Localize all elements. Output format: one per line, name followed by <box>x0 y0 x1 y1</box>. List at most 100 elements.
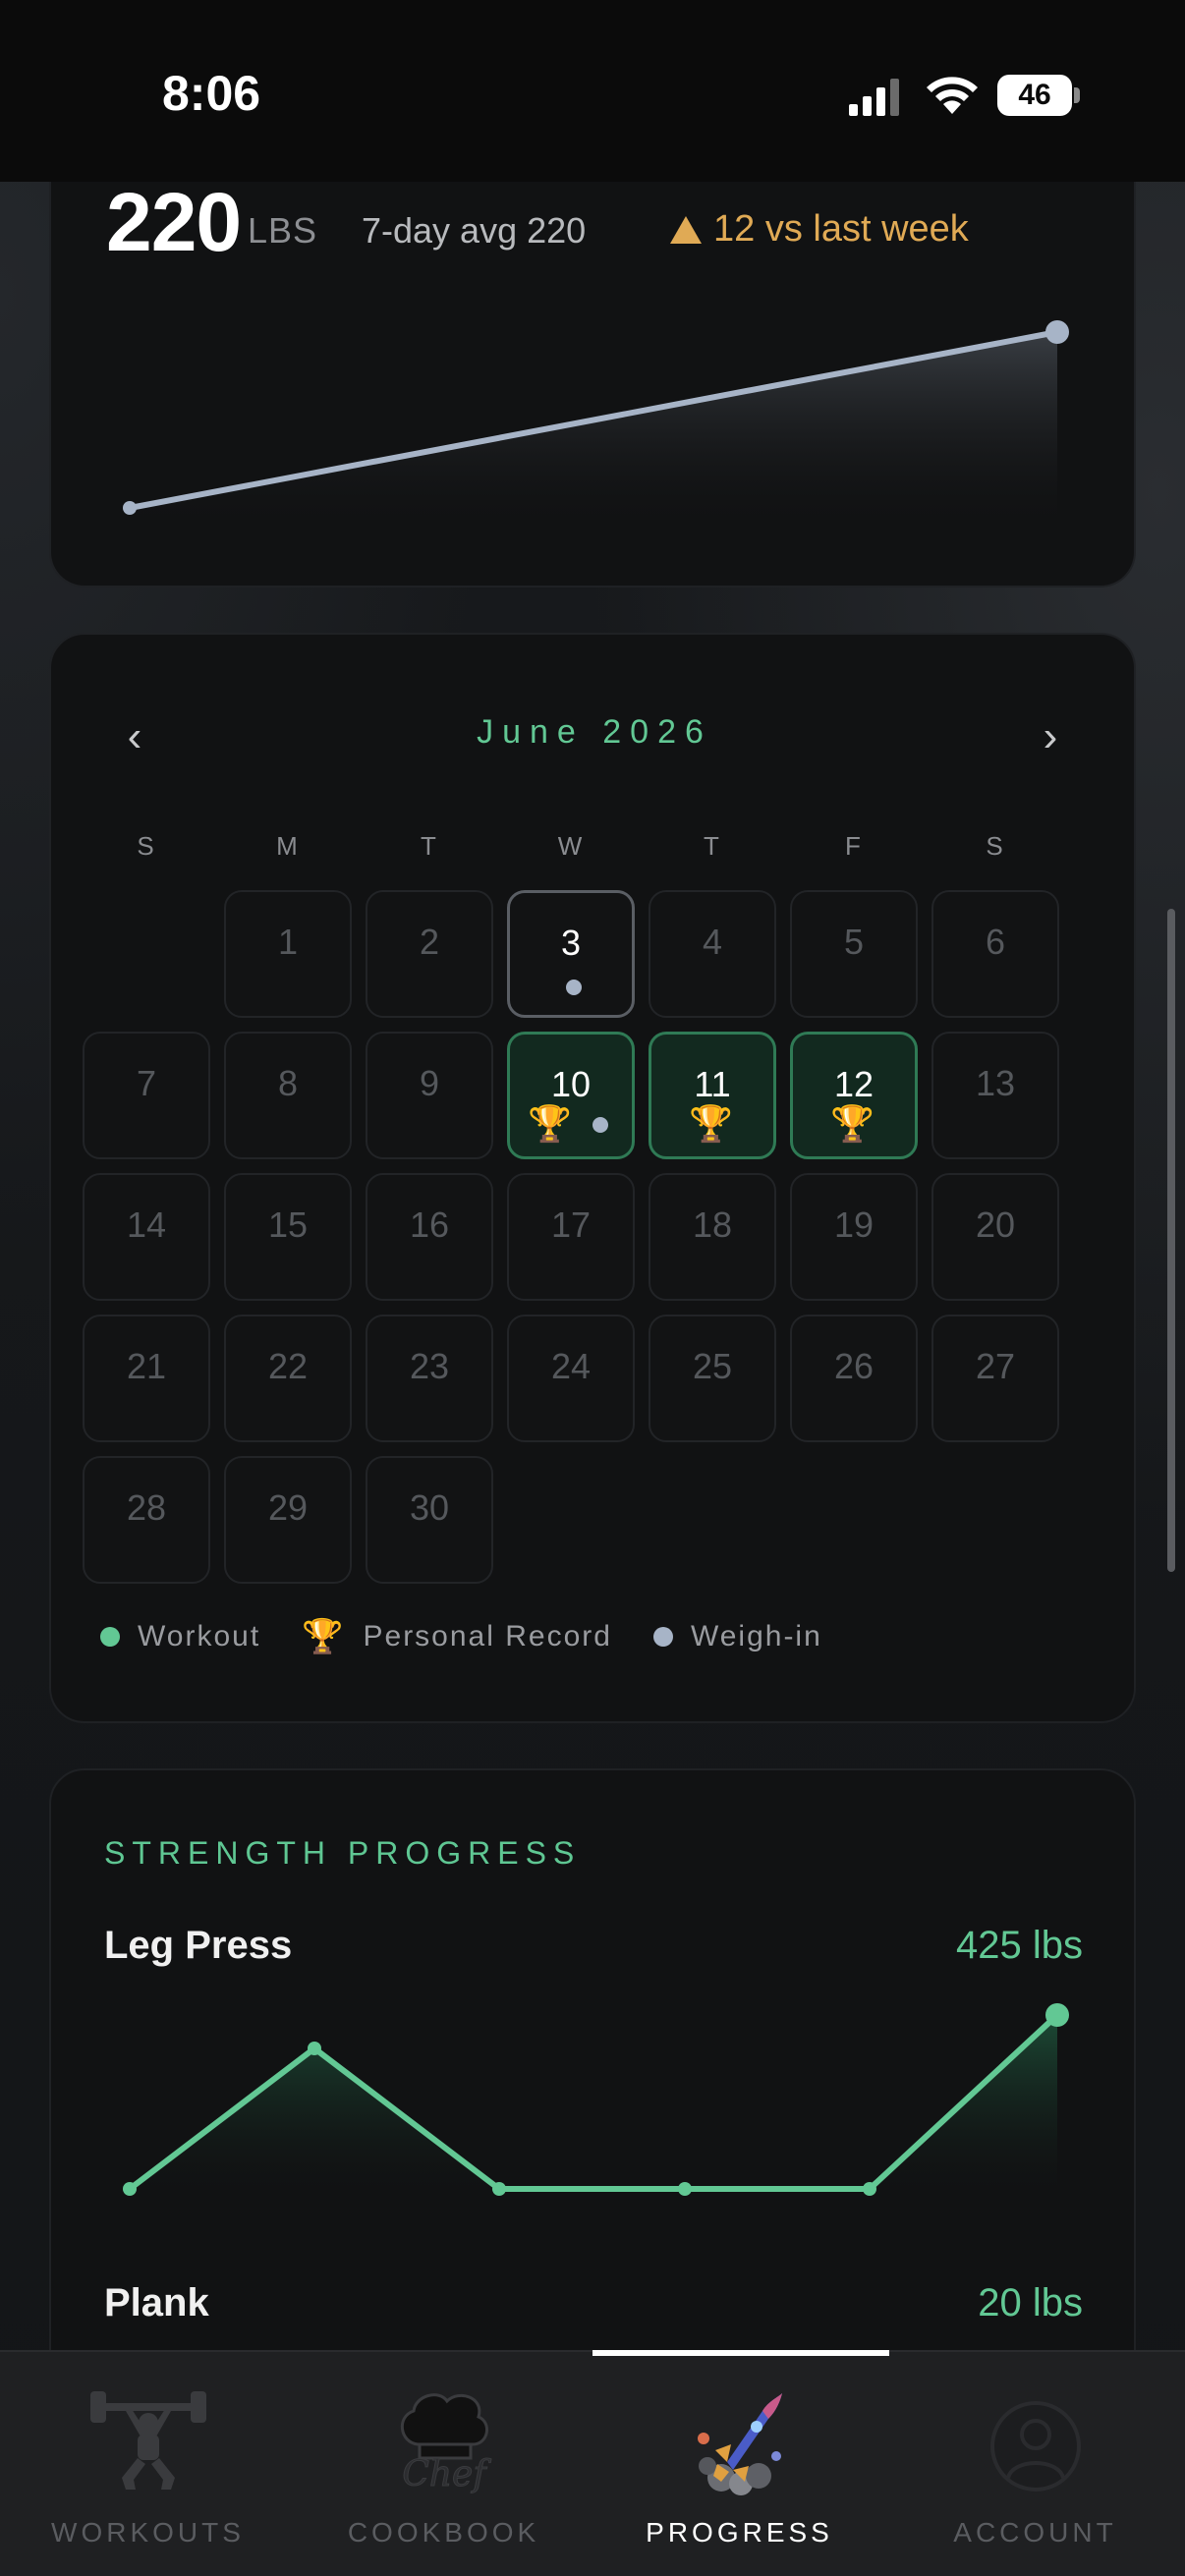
calendar-day-number: 8 <box>277 1063 299 1103</box>
tab-progress[interactable]: PROGRESS <box>592 2352 887 2576</box>
calendar-day-number: 2 <box>419 922 440 962</box>
calendar-day[interactable]: 10 🏆 <box>507 1032 635 1159</box>
calendar-day[interactable]: 16 <box>366 1173 493 1301</box>
calendar-day-number: 3 <box>560 923 582 963</box>
calendar-day-number: 14 <box>126 1204 167 1245</box>
weekday-header: S <box>986 831 1003 861</box>
calendar-day[interactable]: 23 <box>366 1315 493 1442</box>
weekday-header: T <box>421 831 436 861</box>
calendar-day[interactable]: 18 <box>649 1173 776 1301</box>
calendar-day-number: 29 <box>267 1487 309 1528</box>
weekday-header: S <box>137 831 154 861</box>
calendar-day[interactable]: 24 <box>507 1315 635 1442</box>
tab-account[interactable]: ACCOUNT <box>887 2352 1183 2576</box>
legend-weigh-in-label: Weigh-in <box>690 1620 822 1652</box>
calendar-day[interactable]: 30 <box>366 1456 493 1584</box>
weekday-header: M <box>276 831 298 861</box>
leg-press-point-latest <box>1045 2003 1069 2027</box>
calendar-day[interactable]: 26 <box>790 1315 918 1442</box>
exercise-value: 20 lbs <box>978 2281 1083 2324</box>
calendar-day[interactable]: 15 <box>224 1173 352 1301</box>
calendar-day-number: 26 <box>833 1346 875 1386</box>
calendar-day[interactable]: 9 <box>366 1032 493 1159</box>
svg-text:Chef: Chef <box>402 2454 491 2494</box>
weekday-header: W <box>557 831 583 861</box>
battery-level: 46 <box>997 75 1072 116</box>
status-bar: 8:06 46 <box>0 0 1185 182</box>
calendar-day[interactable]: 7 <box>83 1032 210 1159</box>
weigh-in-dot-icon <box>652 1627 673 1647</box>
calendar-day[interactable]: 29 <box>224 1456 352 1584</box>
calendar-day-number: 19 <box>833 1204 875 1245</box>
calendar-day[interactable]: 17 <box>507 1173 635 1301</box>
trophy-icon: 🏆 <box>302 1618 346 1655</box>
tab-progress-label: PROGRESS <box>646 2517 833 2548</box>
battery-icon: 46 <box>997 75 1080 116</box>
calendar-day[interactable]: 19 <box>790 1173 918 1301</box>
tab-account-label: ACCOUNT <box>953 2517 1117 2548</box>
calendar-day-number: 13 <box>975 1063 1016 1103</box>
calendar-day-number: 5 <box>843 922 865 962</box>
calendar-day[interactable]: 8 <box>224 1032 352 1159</box>
calendar-day[interactable]: 22 <box>224 1315 352 1442</box>
calendar-day-number: 22 <box>267 1346 309 1386</box>
cellular-signal-icon <box>849 79 899 116</box>
calendar-day[interactable]: 14 <box>83 1173 210 1301</box>
account-icon <box>990 2401 1081 2492</box>
weigh-in-dot-icon <box>592 1117 608 1133</box>
tab-bar: WORKOUTS Chef COOKBOOK PROGRESS ACCOUNT <box>0 2350 1185 2576</box>
trophy-icon: 🏆 <box>689 1103 733 1144</box>
calendar-day[interactable]: 25 <box>649 1315 776 1442</box>
calendar-day[interactable]: 3 <box>507 890 635 1018</box>
calendar-day[interactable]: 4 <box>649 890 776 1018</box>
calendar-day[interactable]: 5 <box>790 890 918 1018</box>
calendar-day-number: 24 <box>550 1346 592 1386</box>
chevron-right-icon[interactable]: › <box>1026 707 1075 766</box>
legend-personal-record: 🏆 Personal Record <box>302 1617 612 1656</box>
legend-workout: Workout <box>100 1620 260 1653</box>
tab-cookbook[interactable]: Chef COOKBOOK <box>296 2352 592 2576</box>
calendar-day[interactable]: 28 <box>83 1456 210 1584</box>
leg-press-point <box>678 2182 692 2196</box>
calendar-day-number: 10 <box>550 1064 592 1104</box>
weight-card: 220 LBS 7-day avg 220 12 vs last week <box>49 118 1136 588</box>
calendar-day[interactable]: 21 <box>83 1315 210 1442</box>
calendar-day[interactable]: 11 🏆 <box>649 1032 776 1159</box>
weekday-header: T <box>704 831 719 861</box>
calendar-day-number: 1 <box>277 922 299 962</box>
calendar-day[interactable]: 27 <box>931 1315 1059 1442</box>
calendar-month: June 2026 <box>477 713 712 751</box>
calendar-day-number: 18 <box>692 1204 733 1245</box>
weight-trend-chart <box>123 320 1069 531</box>
rocket-icon <box>698 2393 782 2495</box>
calendar-day-number: 27 <box>975 1346 1016 1386</box>
weigh-in-dot-icon <box>566 980 582 995</box>
leg-press-area <box>130 2015 1057 2203</box>
calendar-day-number: 20 <box>975 1204 1016 1245</box>
calendar-day[interactable]: 1 <box>224 890 352 1018</box>
trophy-icon: 🏆 <box>528 1103 572 1144</box>
calendar-day-number: 7 <box>136 1063 157 1103</box>
chef-hat-icon: Chef <box>401 2393 492 2495</box>
weight-point-latest <box>1045 320 1069 344</box>
calendar-day[interactable]: 6 <box>931 890 1059 1018</box>
status-time: 8:06 <box>162 66 261 121</box>
tab-workouts[interactable]: WORKOUTS <box>0 2352 296 2576</box>
calendar-day[interactable]: 12 🏆 <box>790 1032 918 1159</box>
calendar-card: ‹ June 2026 › SMTWTFS 1 2 3 4 5 6 7 8 9 10 🏆 11 🏆 12 🏆… <box>49 633 1136 1723</box>
tab-workouts-label: WORKOUTS <box>51 2517 245 2548</box>
calendar-day[interactable]: 20 <box>931 1173 1059 1301</box>
calendar-day-number: 12 <box>833 1064 875 1104</box>
calendar-legend: Workout 🏆 Personal Record Weigh-in <box>100 1617 864 1656</box>
weekday-header: F <box>845 831 861 861</box>
calendar-day-number: 28 <box>126 1487 167 1528</box>
calendar-day-number: 15 <box>267 1204 309 1245</box>
scrollbar[interactable] <box>1167 909 1175 1572</box>
calendar-day-number: 16 <box>409 1204 450 1245</box>
leg-press-point <box>308 2042 321 2055</box>
calendar-day-number: 17 <box>550 1204 592 1245</box>
legend-workout-label: Workout <box>138 1620 261 1652</box>
calendar-day[interactable]: 13 <box>931 1032 1059 1159</box>
calendar-day[interactable]: 2 <box>366 890 493 1018</box>
calendar-day-number: 4 <box>702 922 723 962</box>
